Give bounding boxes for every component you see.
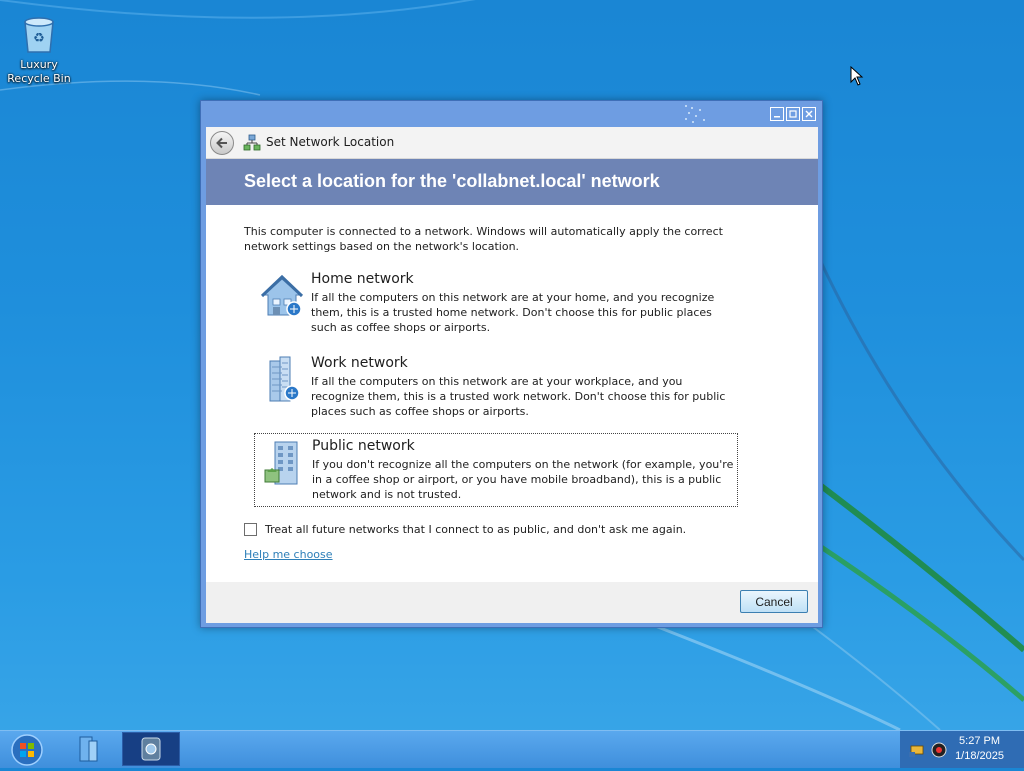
option-home-network[interactable]: Home network If all the computers on thi… (254, 267, 738, 341)
option-public-network[interactable]: Public network If you don't recognize al… (254, 433, 738, 507)
window-title: Set Network Location (266, 135, 395, 149)
home-network-icon (260, 271, 304, 321)
intro-text: This computer is connected to a network.… (244, 225, 723, 253)
start-button[interactable] (10, 733, 44, 767)
option-description: If you don't recognize all the computers… (312, 458, 734, 501)
back-button[interactable] (210, 131, 234, 155)
option-description: If all the computers on this network are… (311, 291, 715, 334)
minimize-icon (774, 116, 780, 118)
dialog-content: Set Network Location Select a location f… (206, 127, 818, 623)
titlebar-decoration (685, 105, 705, 123)
back-arrow-icon (216, 137, 227, 149)
checkbox-label[interactable]: Treat all future networks that I connect… (265, 523, 686, 536)
recycle-bin-icon: ♻ (17, 12, 61, 56)
cancel-button[interactable]: Cancel (740, 590, 808, 613)
header-banner: Select a location for the 'collabnet.loc… (206, 159, 818, 205)
start-orb (11, 734, 43, 766)
option-description: If all the computers on this network are… (311, 375, 726, 418)
public-network-icon (261, 438, 305, 488)
clock-date: 1/18/2025 (955, 750, 1004, 762)
desktop-icon-label: Luxury Recycle Bin (7, 58, 71, 85)
close-button[interactable] (802, 107, 816, 121)
desktop-icon-recycle-bin[interactable]: ♻ Luxury Recycle Bin (4, 12, 74, 86)
help-me-choose-link[interactable]: Help me choose (244, 548, 333, 561)
taskbar-file-explorer[interactable] (62, 732, 114, 766)
mouse-pointer-icon (850, 66, 864, 86)
window-titlebar[interactable] (201, 101, 822, 127)
close-icon (805, 110, 813, 118)
maximize-icon (789, 110, 797, 118)
option-work-network[interactable]: Work network If all the computers on thi… (254, 351, 738, 425)
clock-time: 5:27 PM (959, 735, 1001, 747)
work-network-icon (260, 355, 304, 405)
system-tray: 5:27 PM 1/18/2025 (900, 731, 1024, 768)
clock[interactable]: 5:27 PM 1/18/2025 (955, 734, 1004, 764)
taskbar: 5:27 PM 1/18/2025 (0, 730, 1024, 768)
dialog-footer: Cancel (206, 582, 818, 623)
network-tray-icon[interactable] (908, 742, 926, 762)
option-title: Public network (312, 438, 415, 454)
treat-public-checkbox[interactable] (244, 523, 257, 536)
set-network-location-window: Set Network Location Select a location f… (200, 100, 823, 628)
option-title: Work network (311, 355, 408, 371)
page-title: Select a location for the 'collabnet.loc… (244, 171, 660, 191)
network-icon (243, 134, 261, 156)
volume-tray-icon[interactable] (930, 742, 948, 762)
maximize-button[interactable] (786, 107, 800, 121)
minimize-button[interactable] (770, 107, 784, 121)
network-app-icon (141, 737, 161, 761)
file-explorer-icon (79, 736, 98, 762)
navigation-bar: Set Network Location (206, 127, 818, 159)
svg-text:♻: ♻ (33, 31, 45, 46)
taskbar-network-app[interactable] (122, 732, 180, 766)
treat-public-checkbox-row: Treat all future networks that I connect… (244, 523, 686, 536)
option-title: Home network (311, 271, 414, 287)
